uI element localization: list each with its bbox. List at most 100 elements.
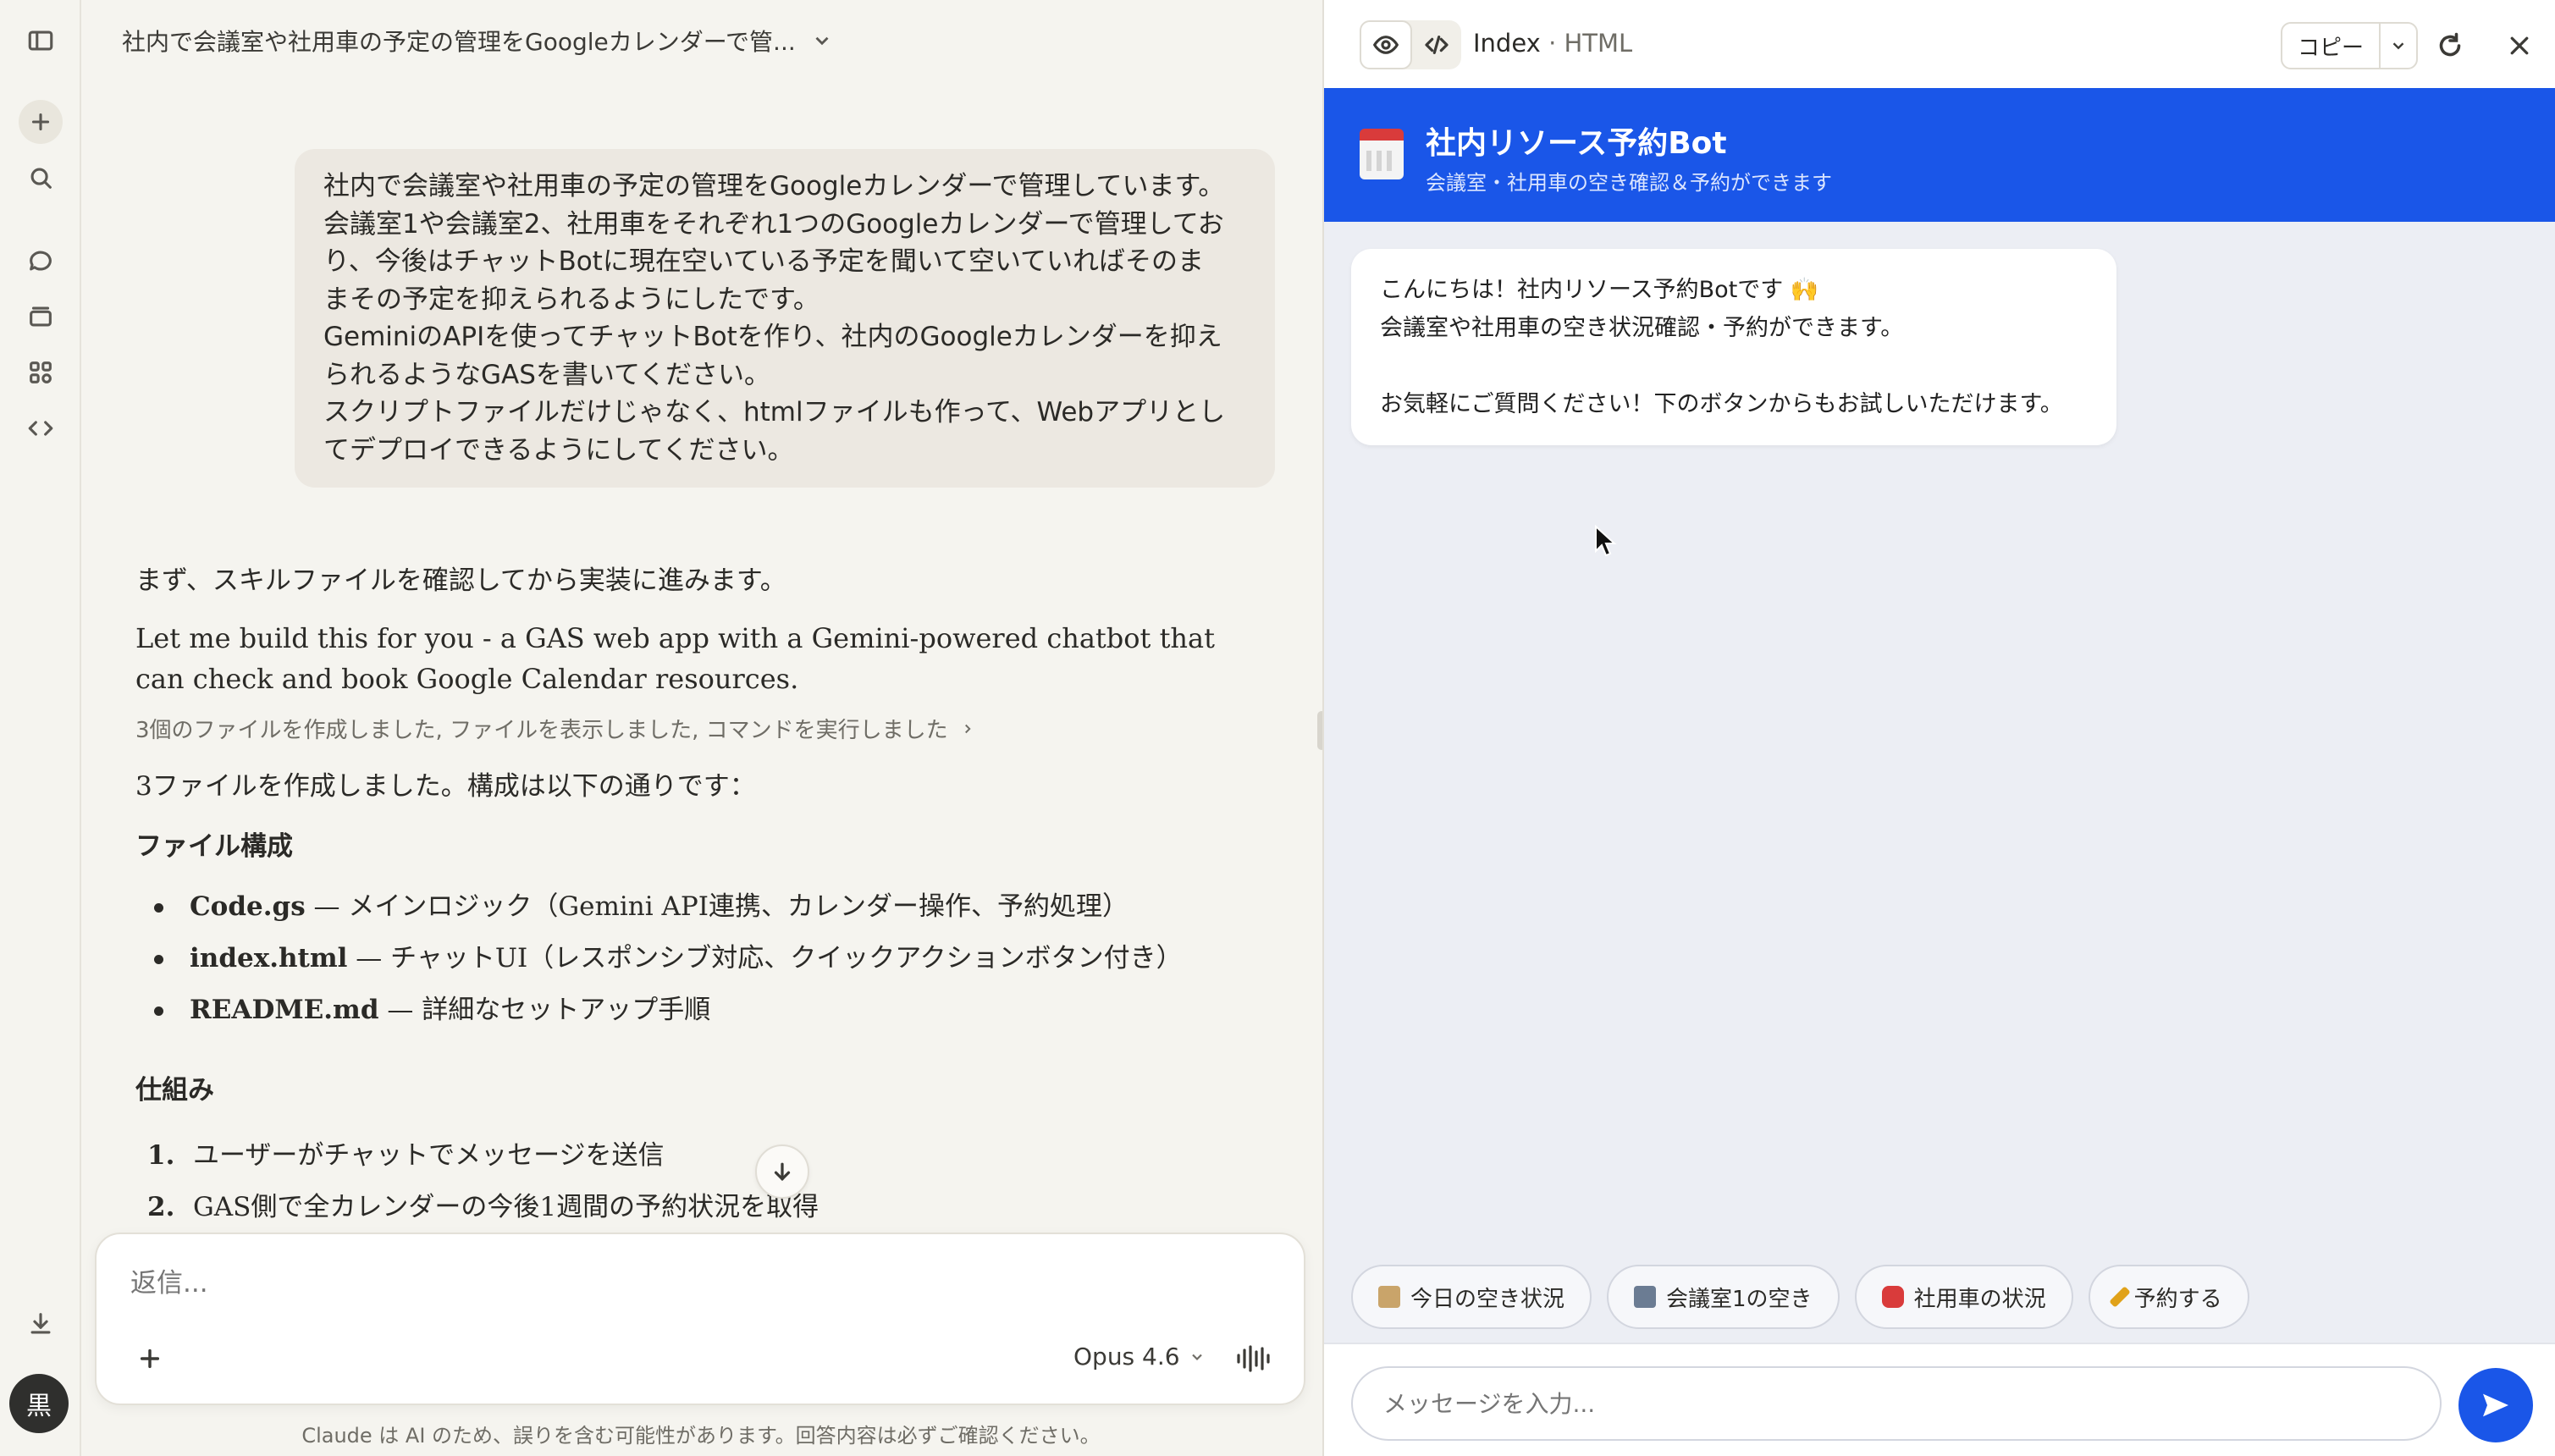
quick-action-room1[interactable]: 会議室1の空き [1607, 1265, 1840, 1329]
chat-title-button[interactable]: 社内で会議室や社用車の予定の管理をGoogleカレンダーで管... [122, 24, 833, 58]
user-message: 社内で会議室や社用車の予定の管理をGoogleカレンダーで管理しています。 会議… [295, 149, 1275, 488]
download-icon[interactable] [19, 1302, 63, 1346]
file-name: README.md [190, 995, 379, 1025]
clipboard-icon [1378, 1286, 1400, 1308]
user-message-line: スクリプトファイルだけじゃなく、htmlファイルも作って、Webアプリとし [323, 397, 1226, 427]
chip-label: 会議室1の空き [1666, 1286, 1813, 1312]
code-toggle-button[interactable] [1412, 20, 1461, 69]
user-message-line: 社内で会議室や社用車の予定の管理をGoogleカレンダーで管理しています。 [323, 171, 1225, 201]
code-icon[interactable] [19, 406, 63, 450]
new-chat-button[interactable] [19, 100, 63, 144]
view-toggle [1360, 20, 1461, 69]
list-item: Code.gs — メインロジック（Gemini API連携、カレンダー操作、予… [135, 881, 1270, 933]
tool-summary[interactable]: 3個のファイルを作成しました, ファイルを表示しました, コマンドを実行しました [135, 713, 1270, 744]
quick-action-reserve[interactable]: 予約する [2088, 1265, 2249, 1329]
search-icon[interactable] [19, 156, 63, 200]
artifact-toolbar: Index · HTML コピー [1324, 0, 2555, 88]
bot-message: こんにちは！社内リソース予約Botです 🙌 会議室や社用車の空き状況確認・予約が… [1351, 249, 2116, 445]
bot-message-line: 会議室や社用車の空き状況確認・予約ができます。 [1380, 315, 1904, 341]
bot-message-spacer [1380, 347, 2088, 385]
reply-input[interactable] [130, 1268, 1231, 1299]
refresh-icon [2439, 32, 2461, 57]
chip-label: 社用車の状況 [1913, 1286, 2046, 1312]
bot-message-line: こんにちは！社内リソース予約Botです 🙌 [1380, 277, 1819, 303]
user-message-line: まその予定を抑えられるようにしたです。 [323, 284, 819, 315]
preview-toggle-button[interactable] [1360, 20, 1412, 69]
calendar-icon [1360, 129, 1404, 179]
chip-label: 予約する [2133, 1286, 2222, 1312]
assistant-intro: まず、スキルファイルを確認してから実装に進みます。 [135, 565, 786, 596]
app-title: 社内リソース予約Bot [1426, 126, 1727, 161]
chat-title: 社内で会議室や社用車の予定の管理をGoogleカレンダーで管... [122, 28, 796, 56]
assistant-english: Let me build this for you - a GAS web ap… [135, 622, 1215, 695]
user-message-line: られるようなGASを書いてください。 [323, 359, 771, 390]
user-message-line: てデプロイできるようにしてください。 [323, 434, 794, 466]
message-input[interactable] [1351, 1366, 2442, 1441]
chevron-down-icon [815, 36, 829, 46]
chevron-down-icon [2392, 42, 2404, 50]
copy-options-button[interactable] [2381, 24, 2416, 68]
bot-message-line: お気軽にご質問ください！下のボタンからもお試しいただけます。 [1380, 391, 2063, 417]
file-desc: — チャットUI（レスポンシブ対応、クイックアクションボタン付き） [347, 943, 1183, 973]
app-header: 社内リソース予約Bot 会議室・社用車の空き確認＆予約ができます [1324, 88, 2555, 222]
arrow-down-icon [774, 1162, 791, 1182]
assistant-message: まず、スキルファイルを確認してから実装に進みます。 Let me build t… [135, 557, 1270, 1233]
copy-group: コピー [2281, 22, 2419, 69]
chip-label: 今日の空き状況 [1410, 1286, 1565, 1312]
user-message-line: GeminiのAPIを使ってチャットBotを作り、社内のGoogleカレンダーを… [323, 322, 1222, 352]
file-desc: — 詳細なセットアップ手順 [378, 995, 711, 1025]
disclaimer: Claude は AI のため、誤りを含む可能性があります。回答内容は必ずご確認… [301, 1424, 1101, 1448]
chevron-right-icon [964, 724, 971, 733]
step-number: 1. [147, 1140, 175, 1171]
projects-icon[interactable] [19, 295, 63, 339]
artifact-panel: Index · HTML コピー 社内リソース予約Bot 会議室・社用車の空き確… [1322, 0, 2555, 1456]
model-name: Opus 4.6 [1073, 1343, 1180, 1371]
pencil-icon [2108, 1286, 2131, 1308]
model-selector[interactable]: Opus 4.6 [1073, 1343, 1206, 1371]
close-panel-button[interactable] [2501, 27, 2538, 64]
copy-button[interactable]: コピー [2282, 24, 2381, 68]
artifacts-icon[interactable] [19, 350, 63, 394]
artifact-type: · HTML [1548, 29, 1633, 58]
add-attachment-button[interactable] [130, 1339, 169, 1378]
car-icon [1881, 1286, 1904, 1308]
files-heading: ファイル構成 [135, 831, 293, 862]
message-bar [1324, 1343, 2555, 1456]
mouse-cursor-icon [1593, 524, 1619, 559]
user-message-line: り、今後はチャットBotに現在空いている予定を聞いて空いていればそのま [323, 246, 1205, 277]
mechanism-heading: 仕組み [135, 1075, 214, 1106]
user-message-line: 会議室1や会議室2、社用車をそれぞれ1つのGoogleカレンダーで管理してお [323, 208, 1224, 240]
chats-icon[interactable] [19, 239, 63, 283]
files-list: Code.gs — メインロジック（Gemini API連携、カレンダー操作、予… [135, 881, 1270, 1036]
plus-icon [140, 1348, 160, 1369]
eye-icon [1373, 36, 1399, 54]
app-preview: 社内リソース予約Bot 会議室・社用車の空き確認＆予約ができます こんにちは！社… [1324, 88, 2555, 1456]
app-subtitle: 会議室・社用車の空き確認＆予約ができます [1426, 171, 1832, 195]
sidebar-toggle-icon[interactable] [19, 19, 63, 63]
files-made-text: 3ファイルを作成しました。構成は以下の通りです： [135, 771, 756, 802]
artifact-name: Index · HTML [1473, 29, 1632, 58]
chevron-down-icon [1191, 1354, 1202, 1360]
tool-summary-text: 3個のファイルを作成しました, ファイルを表示しました, コマンドを実行しました [135, 718, 948, 743]
quick-action-car[interactable]: 社用車の状況 [1854, 1265, 2073, 1329]
refresh-button[interactable] [2431, 27, 2469, 64]
artifact-title: Index [1473, 29, 1541, 58]
chat-column: 社内で会議室や社用車の予定の管理をGoogleカレンダーで管... 社内で会議室… [81, 0, 1321, 1456]
building-icon [1634, 1286, 1657, 1308]
steps-list: 1. ユーザーがチャットでメッセージを送信 2. GAS側で全カレンダーの今後1週間… [135, 1130, 1270, 1233]
step-number: 2. [147, 1192, 175, 1222]
list-item: 1. ユーザーがチャットでメッセージを送信 [135, 1130, 1270, 1182]
step-text: ユーザーがチャットでメッセージを送信 [193, 1140, 665, 1171]
file-name: Code.gs [190, 891, 306, 922]
code-icon [1425, 36, 1449, 54]
list-item: index.html — チャットUI（レスポンシブ対応、クイックアクションボタ… [135, 933, 1270, 984]
file-desc: — メインロジック（Gemini API連携、カレンダー操作、予約処理） [305, 891, 1129, 922]
send-icon [2483, 1393, 2508, 1417]
step-text: GAS側で全カレンダーの今後1週間の予約状況を取得 [193, 1192, 819, 1222]
scroll-down-button[interactable] [755, 1144, 809, 1199]
avatar[interactable]: 黒 [9, 1374, 69, 1433]
voice-button[interactable] [1233, 1339, 1273, 1378]
voice-waveform-icon [1237, 1345, 1270, 1372]
quick-action-today[interactable]: 今日の空き状況 [1351, 1265, 1592, 1329]
send-button[interactable] [2458, 1368, 2533, 1442]
